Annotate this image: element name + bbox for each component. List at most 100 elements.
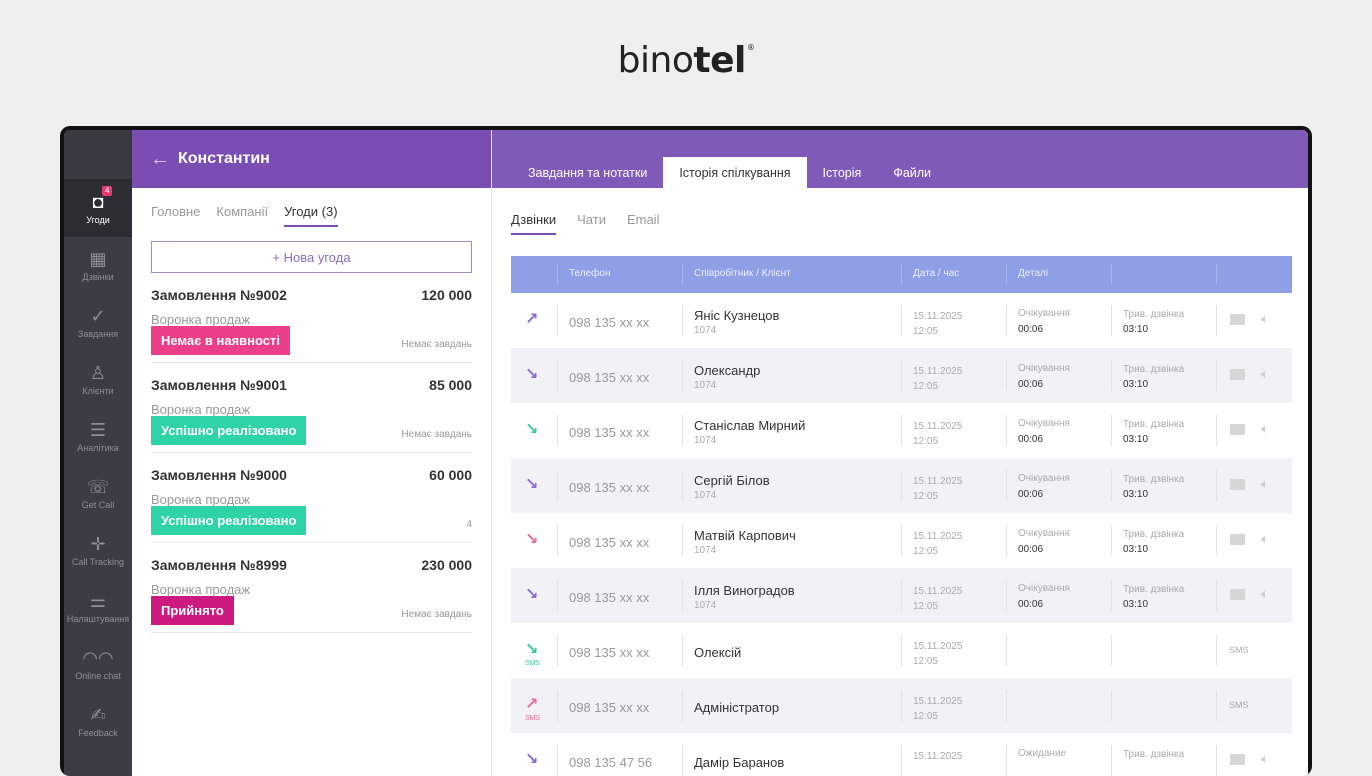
notification-badge: 4: [102, 186, 113, 196]
comment-icon[interactable]: [1230, 424, 1245, 435]
rail-item-label: Online chat: [75, 671, 121, 681]
call-row[interactable]: ↘ 098 135 xx xx Олександр 1074 15.11.2025 12:…: [511, 348, 1292, 403]
deal-title[interactable]: Замовлення №9002: [151, 287, 287, 303]
rail-item-calltracking[interactable]: ✛ Call Tracking: [64, 522, 132, 579]
deal-amount: 120 000: [421, 287, 472, 303]
deal-status-badge[interactable]: Успішно реалізовано: [151, 506, 307, 535]
rail-item-user[interactable]: ♙ Клієнти: [64, 351, 132, 408]
contact-header: ← Константин: [132, 130, 491, 188]
rail-item-settings[interactable]: ⚌ Налаштування: [64, 579, 132, 636]
deal-title[interactable]: Замовлення №8999: [151, 557, 287, 573]
comment-icon[interactable]: [1230, 369, 1245, 380]
tab-companies[interactable]: Компанії: [216, 204, 268, 227]
deal-amount: 85 000: [429, 377, 472, 393]
feedback-icon: ✍: [90, 705, 106, 725]
call-row[interactable]: ↘ 098 135 xx xx Станіслав Мирний 1074 15.11.…: [511, 403, 1292, 458]
call-time: 12:05: [913, 381, 939, 392]
settings-icon: ⚌: [89, 591, 107, 611]
deal-status-badge[interactable]: Успішно реалізовано: [151, 416, 307, 445]
deal-card[interactable]: Замовлення №9000 60 000 Воронка продаж Успі…: [151, 453, 472, 543]
wait-label: Очікування: [1018, 363, 1070, 374]
call-datetime: 15.11.2025 12:05: [913, 419, 962, 449]
comment-icon[interactable]: [1230, 314, 1245, 325]
rail-item-calls[interactable]: ▦ Дзвінки: [64, 237, 132, 294]
back-arrow-icon[interactable]: ←: [150, 148, 170, 171]
duration-label: Трив. дзвінка: [1123, 474, 1185, 485]
deal-title[interactable]: Замовлення №9001: [151, 377, 287, 393]
new-deal-button[interactable]: + Нова угода: [151, 241, 472, 273]
call-datetime: 15.11.2025 12:05: [913, 694, 962, 724]
rail-item-analytics[interactable]: ☰ Аналітика: [64, 408, 132, 465]
check-icon: ✓: [90, 306, 106, 326]
call-date: 15.11.2025: [913, 421, 963, 432]
deal-card[interactable]: Замовлення №9001 85 000 Воронка продаж Успі…: [151, 363, 472, 453]
duration-value: 03:10: [1123, 599, 1149, 610]
tab-history[interactable]: Історія: [807, 157, 878, 188]
speaker-icon[interactable]: 🔈︎: [1261, 586, 1269, 602]
tab-email[interactable]: Email: [627, 212, 660, 235]
comment-icon[interactable]: [1230, 534, 1245, 545]
call-direction-icon: ↗: [525, 311, 539, 328]
deal-tasks-note: Немає завдань: [401, 609, 472, 620]
tab-communication-history[interactable]: Історія спілкування: [663, 157, 807, 188]
duration-value: 03:10: [1123, 544, 1149, 555]
deal-status-badge[interactable]: Прийнято: [151, 596, 234, 625]
speaker-icon[interactable]: 🔈︎: [1261, 366, 1269, 382]
call-direction-icon: ↘: [525, 586, 539, 603]
chat-icon: ◠◠: [82, 648, 114, 668]
calls-table-header: Телефон Співробітник / Клієнт Дата / час…: [511, 256, 1292, 293]
call-row[interactable]: ↘ 098 135 47 56 Дамір Баранов 15.11.2025 Ожи…: [511, 733, 1292, 776]
deal-title[interactable]: Замовлення №9000: [151, 467, 287, 483]
col-employee-client: Співробітник / Клієнт: [694, 268, 791, 279]
tab-deals[interactable]: Угоди (3): [284, 204, 338, 227]
rail-item-getcall[interactable]: ☏ Get Call: [64, 465, 132, 522]
call-employee-id: 1074: [694, 490, 717, 501]
rail-item-chat[interactable]: ◠◠ Online chat: [64, 636, 132, 693]
call-date: 15.11.2025: [913, 586, 963, 597]
speaker-icon[interactable]: 🔈︎: [1261, 751, 1269, 767]
wait-label: Очікування: [1018, 583, 1070, 594]
comment-icon[interactable]: [1230, 479, 1245, 490]
call-employee-id: 1074: [694, 435, 717, 446]
tab-calls[interactable]: Дзвінки: [511, 212, 557, 235]
duration-label: Трив. дзвінка: [1123, 419, 1185, 430]
speaker-icon[interactable]: 🔈︎: [1261, 531, 1269, 547]
call-datetime: 15.11.2025 12:05: [913, 584, 962, 614]
deal-card[interactable]: Замовлення №8999 230 000 Воронка продаж При…: [151, 543, 472, 633]
call-direction-icon: ↘: [525, 366, 539, 383]
call-row[interactable]: ↘ SMS 098 135 xx xx Олексій 15.11.2025 12:05 S…: [511, 623, 1292, 678]
rail-item-feedback[interactable]: ✍ Feedback: [64, 693, 132, 750]
call-row[interactable]: ↘ 098 135 xx xx Сергій Білов 1074 15.11.2025…: [511, 458, 1292, 513]
comment-icon[interactable]: [1230, 589, 1245, 600]
tab-files[interactable]: Файли: [877, 157, 947, 188]
wait-value: 00:06: [1018, 489, 1044, 500]
deal-card[interactable]: Замовлення №9002 120 000 Воронка продаж Нем…: [151, 273, 472, 363]
sms-mark: SMS: [525, 715, 541, 722]
tab-tasks-notes[interactable]: Завдання та нотатки: [512, 157, 663, 188]
rail-item-label: Дзвінки: [82, 272, 114, 282]
call-row[interactable]: ↗ 098 135 xx xx Яніс Кузнецов 1074 15.11.202…: [511, 293, 1292, 348]
wait-label: Очікування: [1018, 473, 1070, 484]
sms-mark: SMS: [525, 660, 541, 667]
wait-value: 00:06: [1018, 379, 1044, 390]
rail-item-deal[interactable]: ◘ 4 Угоди: [64, 180, 132, 237]
call-direction-icon: ↘: [525, 476, 539, 493]
tab-chats[interactable]: Чати: [577, 212, 606, 235]
deal-funnel: Воронка продаж: [151, 492, 251, 507]
contact-tabs: Головне Компанії Угоди (3): [132, 188, 491, 227]
speaker-icon[interactable]: 🔈︎: [1261, 476, 1269, 492]
call-row[interactable]: ↗ SMS 098 135 xx xx Адміністратор 15.11.2025…: [511, 678, 1292, 733]
channel-tabs: Дзвінки Чати Email: [492, 188, 1308, 235]
speaker-icon[interactable]: 🔈︎: [1261, 421, 1269, 437]
history-panel: Завдання та нотатки Історія спілкування …: [492, 130, 1308, 776]
call-row[interactable]: ↘ 098 135 xx xx Ілля Виноградов 1074 15.11.2…: [511, 568, 1292, 623]
call-datetime: 15.11.2025 12:05: [913, 309, 962, 339]
tab-main[interactable]: Головне: [151, 204, 200, 227]
duration-label: Трив. дзвінка: [1123, 749, 1185, 760]
deal-tasks-note: 4: [466, 519, 472, 530]
rail-item-check[interactable]: ✓ Завдання: [64, 294, 132, 351]
deal-status-badge[interactable]: Немає в наявності: [151, 326, 291, 355]
call-row[interactable]: ↘ 098 135 xx xx Матвій Карпович 1074 15.11.2…: [511, 513, 1292, 568]
call-employee-id: 1074: [694, 600, 717, 611]
speaker-icon[interactable]: 🔈︎: [1261, 311, 1269, 327]
